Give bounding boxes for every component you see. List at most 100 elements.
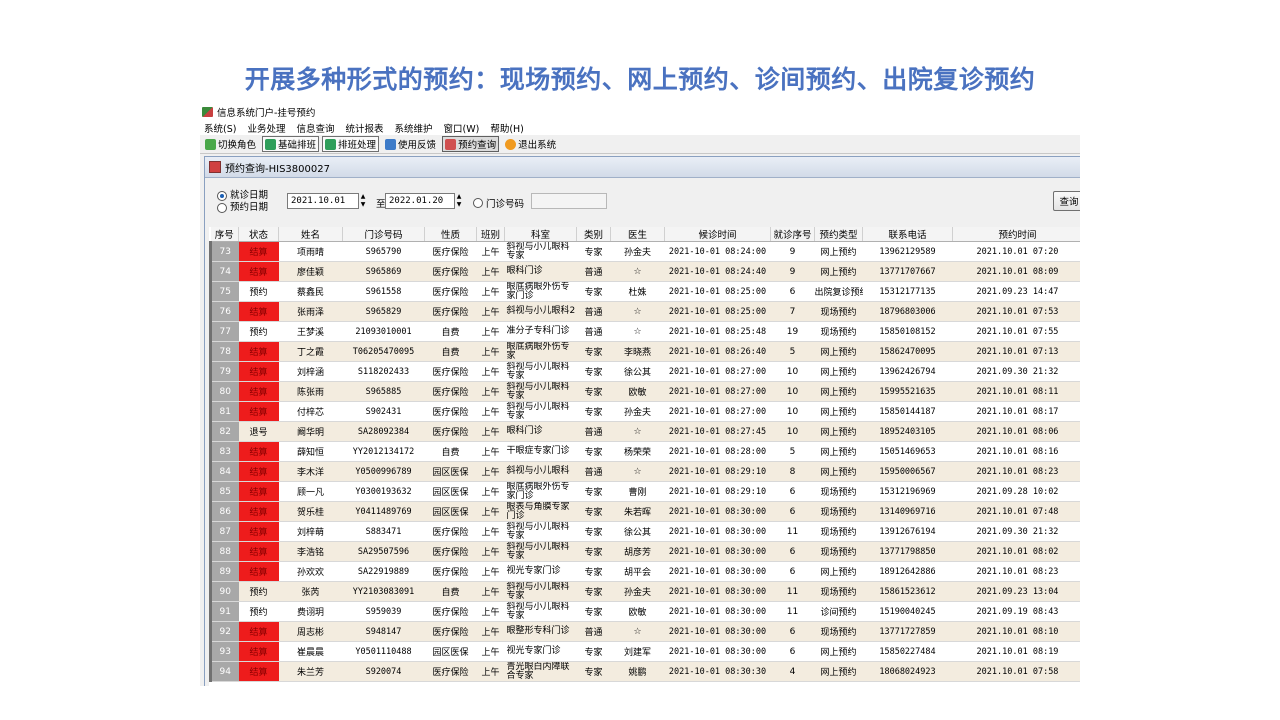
table-row[interactable]: 74 结算 廖佳颖 S965869 医疗保险 上午 眼科门诊 普通 ☆ 2021-10-01 08… (209, 261, 1080, 282)
menu-maintenance[interactable]: 系统维护 (395, 121, 433, 135)
cell-department: 斜视与小儿眼科专家 (504, 361, 577, 382)
table-row[interactable]: 91 预约 费诩玥 S959039 医疗保险 上午 斜视与小儿眼科专家 专家 欧敏 2021-10… (209, 601, 1080, 622)
cell-clinic-no: S965869 (342, 261, 425, 282)
cell-booking-time: 2021.10.01 08:23 (952, 561, 1080, 582)
cell-phone: 18952403105 (862, 421, 953, 442)
cell-department: 眼整形专科门诊 (504, 621, 577, 642)
table-row[interactable]: 90 预约 张芮 YY2103083091 自费 上午 斜视与小儿眼科专家 专家 孙金夫 2021… (209, 581, 1080, 602)
cell-shift: 上午 (476, 541, 505, 562)
table-row[interactable]: 93 结算 崔晨晨 Y0501110488 园区医保 上午 视光专家门诊 专家 刘建军 2021-… (209, 641, 1080, 662)
column-header-booking-time[interactable]: 预约时间 (952, 227, 1080, 242)
table-row[interactable]: 75 预约 蔡鑫民 S961558 医疗保险 上午 眼底病眼外伤专家门诊 专家 杜姝 2021-1… (209, 281, 1080, 302)
switch-role-icon (205, 138, 216, 150)
column-header-status[interactable]: 状态 (238, 227, 279, 242)
schedule-process-button[interactable]: 排班处理 (322, 136, 380, 152)
cell-doctor: ☆ (610, 461, 665, 482)
exit-button[interactable]: 退出系统 (502, 136, 559, 152)
cell-clinic-no: Y0300193632 (342, 481, 425, 502)
clinic-no-input[interactable] (531, 193, 607, 209)
booking-date-radio[interactable]: 预约日期 (217, 202, 268, 214)
cell-booking-type: 网上预约 (814, 361, 863, 382)
cell-name: 费诩玥 (278, 601, 343, 622)
cell-department: 斜视与小儿眼科专家 (504, 541, 577, 562)
table-row[interactable]: 84 结算 李木洋 Y0500996789 园区医保 上午 斜视与小儿眼科 普通 ☆ 2021-1… (209, 461, 1080, 482)
column-header-booking-type[interactable]: 预约类型 (814, 227, 863, 242)
column-header-name[interactable]: 姓名 (278, 227, 343, 242)
column-header-wait-time[interactable]: 候诊时间 (664, 227, 771, 242)
table-row[interactable]: 82 退号 阚华明 SA28092384 医疗保险 上午 眼科门诊 普通 ☆ 2021-10-01… (209, 421, 1080, 442)
menu-window[interactable]: 窗口(W) (444, 121, 480, 135)
cell-visit-no: 10 (770, 401, 815, 422)
date-to-input[interactable]: 2022.01.20 (385, 193, 455, 209)
menu-statistics[interactable]: 统计报表 (345, 121, 383, 135)
column-header-doctor[interactable]: 医生 (610, 227, 665, 242)
column-header-clinic-no[interactable]: 门诊号码 (342, 227, 425, 242)
base-schedule-label: 基础排班 (278, 140, 317, 151)
menu-system[interactable]: 系统(S) (204, 121, 236, 135)
cell-department: 斜视与小儿眼科 (504, 461, 577, 482)
feedback-button[interactable]: 使用反馈 (382, 136, 439, 152)
cell-shift: 上午 (476, 281, 505, 302)
base-schedule-button[interactable]: 基础排班 (262, 136, 320, 152)
cell-booking-type: 诊间预约 (814, 601, 863, 622)
cell-doctor: 欧敏 (610, 601, 665, 622)
switch-role-button[interactable]: 切换角色 (202, 136, 259, 152)
table-row[interactable]: 80 结算 陈张雨 S965885 医疗保险 上午 斜视与小儿眼科专家 专家 欧敏 2021-10… (209, 381, 1080, 402)
date-to-spinner[interactable]: ▲ ▼ (454, 193, 464, 209)
cell-department: 斜视与小儿眼科专家 (504, 401, 577, 422)
cell-booking-time: 2021.10.01 08:19 (952, 641, 1080, 662)
table-row[interactable]: 78 结算 丁之霞 T06205470095 自费 上午 眼底病眼外伤专家 专家 李晓燕 2021… (209, 341, 1080, 362)
cell-booking-time: 2021.10.01 07:58 (952, 661, 1080, 682)
column-header-category[interactable]: 类别 (576, 227, 611, 242)
column-header-phone[interactable]: 联系电话 (862, 227, 953, 242)
cell-booking-type: 网上预约 (814, 561, 863, 582)
cell-seq: 73 (209, 241, 239, 262)
table-row[interactable]: 94 结算 朱兰芳 S920074 医疗保险 上午 青光眼白内障联合专家 专家 姚鹏 2021-1… (209, 661, 1080, 682)
visit-date-label: 就诊日期 (230, 190, 269, 201)
app-window: 信息系统门户-挂号预约 系统(S) 业务处理 信息查询 统计报表 系统维护 窗口… (200, 104, 1080, 686)
cell-name: 李浩铭 (278, 541, 343, 562)
table-row[interactable]: 92 结算 周志彬 S948147 医疗保险 上午 眼整形专科门诊 普通 ☆ 2021-10-01… (209, 621, 1080, 642)
column-header-visit-no[interactable]: 就诊序号 (770, 227, 815, 242)
table-row[interactable]: 81 结算 付梓芯 S902431 医疗保险 上午 斜视与小儿眼科专家 专家 孙金夫 2021-1… (209, 401, 1080, 422)
table-row[interactable]: 83 结算 薛知恒 YY2012134172 自费 上午 干眼症专家门诊 专家 杨荣荣 2021-… (209, 441, 1080, 462)
menu-help[interactable]: 帮助(H) (490, 121, 524, 135)
cell-clinic-no: Y0411489769 (342, 501, 425, 522)
table-row[interactable]: 88 结算 李浩铭 SA29507596 医疗保险 上午 斜视与小儿眼科专家 专家 胡彦芳 202… (209, 541, 1080, 562)
table-row[interactable]: 85 结算 顾一凡 Y0300193632 园区医保 上午 眼底病眼外伤专家门诊 专家 曹刚 20… (209, 481, 1080, 502)
appointment-query-button[interactable]: 预约查询 (442, 136, 500, 152)
subwindow-titlebar: 预约查询-HIS3800027 (205, 157, 1080, 178)
cell-clinic-no: Y0500996789 (342, 461, 425, 482)
menu-business[interactable]: 业务处理 (247, 121, 285, 135)
query-button[interactable]: 查询 (1053, 191, 1080, 211)
date-from-input[interactable]: 2021.10.01 (287, 193, 359, 209)
table-row[interactable]: 73 结算 项雨晴 S965790 医疗保险 上午 斜视与小儿眼科专家 专家 孙金夫 2021-1… (209, 241, 1080, 262)
menu-info-query[interactable]: 信息查询 (296, 121, 334, 135)
date-from-spinner[interactable]: ▲ ▼ (358, 193, 368, 209)
column-header-seq[interactable]: 序号 (210, 227, 239, 242)
column-header-department[interactable]: 科室 (504, 227, 577, 242)
slide-title: 开展多种形式的预约：现场预约、网上预约、诊间预约、出院复诊预约 (244, 65, 1036, 94)
column-header-shift[interactable]: 班别 (476, 227, 505, 242)
column-header-nature[interactable]: 性质 (424, 227, 477, 242)
cell-booking-type: 网上预约 (814, 381, 863, 402)
table-row[interactable]: 77 预约 王梦溪 21093010001 自费 上午 准分子专科门诊 普通 ☆ 2021-10-… (209, 321, 1080, 342)
table-row[interactable]: 87 结算 刘梓萌 S883471 医疗保险 上午 斜视与小儿眼科专家 专家 徐公其 2021-1… (209, 521, 1080, 542)
cell-visit-no: 6 (770, 621, 815, 642)
clinic-no-radio[interactable]: 门诊号码 (473, 196, 524, 210)
cell-booking-time: 2021.10.01 07:20 (952, 241, 1080, 262)
table-row[interactable]: 76 结算 张雨泽 S965829 医疗保险 上午 斜视与小儿眼科2 普通 ☆ 2021-10-0… (209, 301, 1080, 322)
cell-category: 专家 (576, 281, 611, 302)
table-row[interactable]: 79 结算 刘梓涵 S118202433 医疗保险 上午 斜视与小儿眼科专家 专家 徐公其 202… (209, 361, 1080, 382)
cell-booking-time: 2021.10.01 08:17 (952, 401, 1080, 422)
clinic-no-label: 门诊号码 (486, 199, 525, 210)
visit-date-radio[interactable]: 就诊日期 (217, 190, 268, 202)
table-row[interactable]: 89 结算 孙欢欢 SA22919889 医疗保险 上午 视光专家门诊 专家 胡平会 2021-1… (209, 561, 1080, 582)
cell-visit-no: 10 (770, 381, 815, 402)
cell-shift: 上午 (476, 381, 505, 402)
cell-shift: 上午 (476, 461, 505, 482)
cell-booking-time: 2021.09.23 13:04 (952, 581, 1080, 602)
table-row[interactable]: 86 结算 贺乐桂 Y0411489769 园区医保 上午 眼表与角膜专家门诊 专家 朱若晖 20… (209, 501, 1080, 522)
cell-category: 专家 (576, 481, 611, 502)
cell-name: 刘梓涵 (278, 361, 343, 382)
